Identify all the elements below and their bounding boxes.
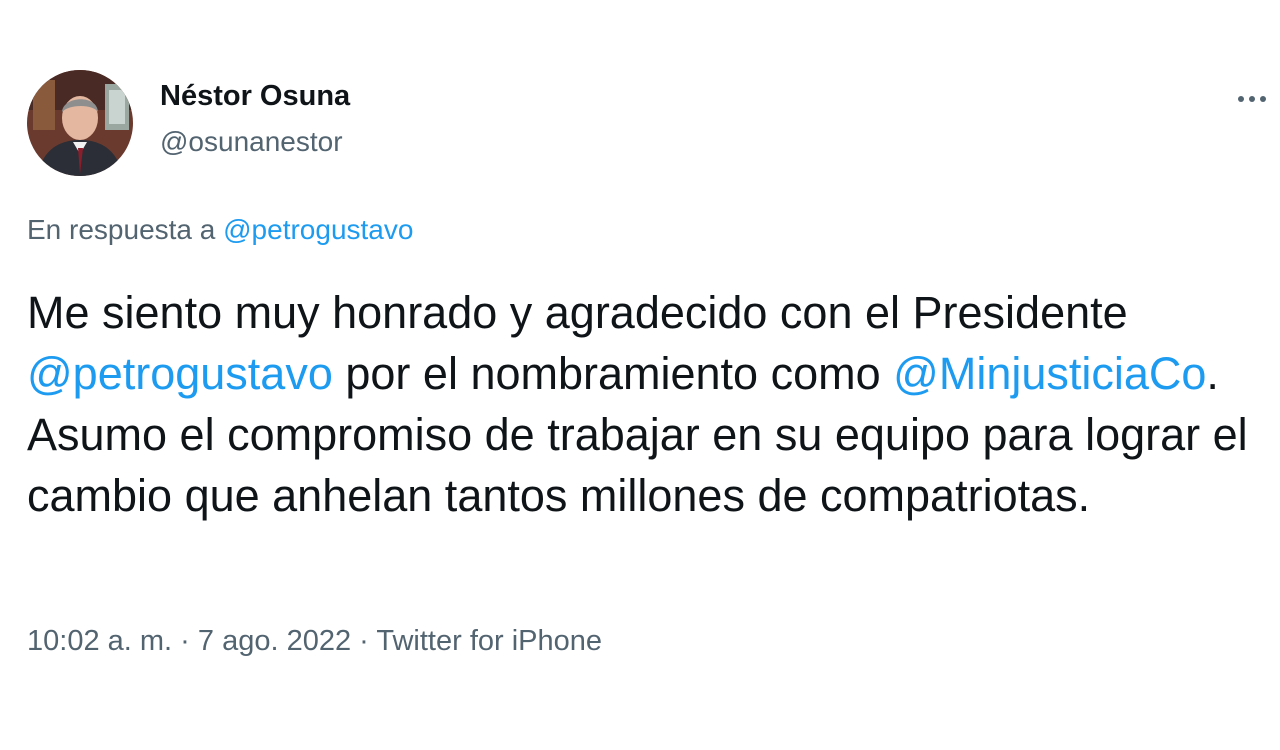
tweet-text: Me siento muy honrado y agradecido con e… xyxy=(27,282,1267,526)
tweet-source[interactable]: Twitter for iPhone xyxy=(376,625,602,657)
tweet-card: Néstor Osuna @osunanestor En respuesta a… xyxy=(0,0,1280,750)
author-handle[interactable]: @osunanestor xyxy=(160,126,343,158)
author-name[interactable]: Néstor Osuna xyxy=(160,80,350,113)
reply-mention-link[interactable]: @petrogustavo xyxy=(223,214,413,245)
reply-context: En respuesta a @petrogustavo xyxy=(27,214,413,246)
tweet-date[interactable]: 7 ago. 2022 xyxy=(198,625,351,657)
avatar-photo xyxy=(27,70,133,176)
mention-link-minjusticiaco[interactable]: @MinjusticiaCo xyxy=(893,348,1206,399)
mention-link-petrogustavo[interactable]: @petrogustavo xyxy=(27,348,333,399)
tweet-text-segment: por el nombramiento como xyxy=(345,348,881,399)
separator: · xyxy=(359,625,369,657)
avatar[interactable] xyxy=(27,70,133,176)
reply-prefix: En respuesta a xyxy=(27,214,216,245)
separator: · xyxy=(180,625,190,657)
tweet-metadata: 10:02 a. m. · 7 ago. 2022 · Twitter for … xyxy=(27,625,602,658)
tweet-text-segment: Me siento muy honrado y agradecido con e… xyxy=(27,287,1128,338)
tweet-time[interactable]: 10:02 a. m. xyxy=(27,625,172,657)
more-horizontal-icon[interactable] xyxy=(1232,84,1272,114)
